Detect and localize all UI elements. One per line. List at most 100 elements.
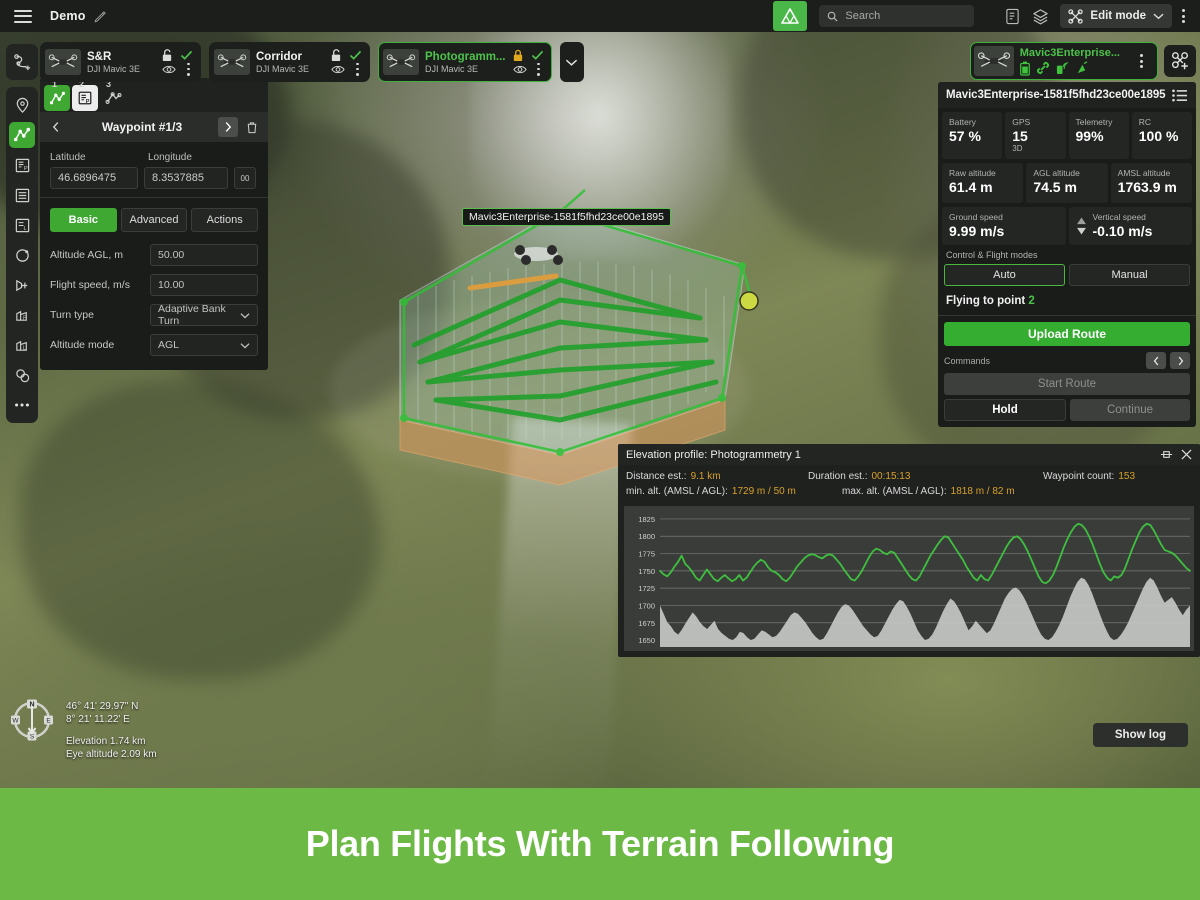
chip-menu-icon[interactable]: [1130, 49, 1152, 73]
linear-survey-icon[interactable]: L: [9, 212, 35, 238]
check-icon[interactable]: [531, 50, 544, 61]
altitude-mode-select[interactable]: AGL: [150, 334, 258, 356]
vehicle-card-sr[interactable]: S&R DJI Mavic 3E: [40, 42, 201, 82]
more-dots-icon[interactable]: [9, 392, 35, 418]
stat-value: 9.99 m/s: [949, 223, 1005, 239]
latitude-label: Latitude: [50, 152, 86, 163]
vehicle-card-photogrammetry[interactable]: Photogramm... DJI Mavic 3E: [378, 42, 552, 82]
telemetry-header: Mavic3Enterprise-1581f5fhd23ce00e1895: [938, 82, 1196, 108]
telemetry-altitude-row: Raw altitude 61.4 m AGL altitude 74.5 m …: [938, 163, 1196, 207]
agl-altitude: AGL altitude 74.5 m: [1026, 163, 1108, 203]
check-icon[interactable]: [180, 50, 193, 61]
stat-value: 61.4 m: [949, 179, 993, 195]
longitude-input[interactable]: 8.3537885: [144, 167, 228, 189]
topbar-overflow-menu[interactable]: [1172, 4, 1194, 28]
commands-prev-button[interactable]: [1146, 352, 1166, 369]
auto-mode-button[interactable]: Auto: [944, 264, 1065, 286]
route-tab-photogrammetry-icon[interactable]: P: [72, 85, 98, 111]
waypoint-title: Waypoint #1/3: [101, 120, 183, 134]
longitude-readout: 8° 21' 11.22' E: [66, 714, 130, 725]
latitude-readout: 46° 41' 29.97" N: [66, 701, 139, 712]
orbit-icon[interactable]: [9, 242, 35, 268]
elevation-chart-svg: 1825 1800 1775 1750 1725 1700 1675 1650: [638, 515, 1191, 647]
distance-value: 9.1 km: [690, 471, 721, 482]
facade-p-icon[interactable]: P: [9, 302, 35, 328]
flight-speed-input[interactable]: 10.00: [150, 274, 258, 296]
vehicle-card-corridor[interactable]: Corridor DJI Mavic 3E: [209, 42, 370, 82]
drone-thumbnail-icon: [45, 49, 81, 75]
longitude-label: Longitude: [148, 152, 192, 163]
route-path-icon[interactable]: [9, 122, 35, 148]
show-log-button[interactable]: Show log: [1092, 723, 1188, 747]
coord-format-button[interactable]: 00: [234, 167, 256, 189]
nodes-icon: [1068, 8, 1084, 24]
lock-icon[interactable]: [512, 49, 524, 62]
mountain-logo-icon[interactable]: [773, 1, 808, 31]
edit-mode-selector[interactable]: Edit mode: [1060, 4, 1172, 28]
unlock-icon[interactable]: [330, 48, 342, 62]
stat-gps: GPS 15 3D: [1005, 112, 1066, 159]
waypoint-delete-button[interactable]: [242, 117, 262, 137]
svg-text:1825: 1825: [638, 515, 655, 524]
layers-icon[interactable]: [1026, 3, 1054, 29]
altitude-agl-input[interactable]: 50.00: [150, 244, 258, 266]
document-icon[interactable]: [998, 3, 1026, 29]
chevron-left-icon: [1153, 356, 1158, 365]
continue-button[interactable]: Continue: [1070, 399, 1190, 421]
svg-text:1750: 1750: [638, 567, 655, 576]
chevron-right-icon: [1178, 356, 1183, 365]
waypoint-prev-button[interactable]: [46, 117, 66, 137]
facade-l-icon[interactable]: L: [9, 332, 35, 358]
stat-sub: 3D: [1012, 144, 1023, 153]
vehicles-expand-button[interactable]: [559, 42, 584, 82]
vehicle-menu-icon[interactable]: [183, 62, 193, 76]
circles-icon[interactable]: [9, 362, 35, 388]
check-icon[interactable]: [349, 50, 362, 61]
marker-icon[interactable]: [9, 92, 35, 118]
active-vehicle-chip[interactable]: Mavic3Enterprise...: [969, 42, 1158, 80]
chevron-down-icon: [565, 59, 578, 66]
tab-actions[interactable]: Actions: [191, 208, 259, 232]
list-icon[interactable]: [1172, 89, 1188, 102]
stat-label: AMSL altitude: [1117, 168, 1171, 178]
waypoint-next-button[interactable]: [218, 117, 238, 137]
vehicle-menu-icon[interactable]: [534, 62, 544, 76]
survey-icon[interactable]: [9, 182, 35, 208]
compass-icon[interactable]: N E W S: [10, 698, 54, 742]
start-route-button[interactable]: Start Route: [944, 373, 1190, 395]
vehicle-menu-icon[interactable]: [352, 62, 362, 76]
latitude-input[interactable]: 46.6896475: [50, 167, 138, 189]
eye-icon[interactable]: [512, 64, 527, 75]
route-tab-waypoint-path-icon[interactable]: [100, 85, 126, 111]
tab-basic[interactable]: Basic: [50, 208, 117, 232]
pin-icon[interactable]: [1160, 448, 1173, 461]
eye-icon[interactable]: [162, 64, 176, 75]
stat-battery: Battery 57 %: [942, 112, 1003, 159]
elevation-header: Elevation profile: Photogrammetry 1: [618, 444, 1200, 465]
corridor-icon[interactable]: [9, 272, 35, 298]
hold-button[interactable]: Hold: [944, 399, 1066, 421]
project-title: Demo: [50, 9, 86, 23]
close-icon[interactable]: [1181, 449, 1192, 460]
eye-icon[interactable]: [331, 64, 345, 75]
stat-value: 100 %: [1138, 128, 1179, 144]
search-input[interactable]: Search: [819, 5, 975, 27]
manual-mode-button[interactable]: Manual: [1069, 264, 1190, 286]
waypoint-count-label: Waypoint count:: [1043, 471, 1115, 482]
tab-advanced[interactable]: Advanced: [120, 208, 188, 232]
elevation-chart[interactable]: 1825 1800 1775 1750 1725 1700 1675 1650: [624, 506, 1194, 651]
upload-route-button[interactable]: Upload Route: [944, 322, 1190, 346]
stat-label: Ground speed: [949, 212, 1003, 222]
add-route-icon[interactable]: [9, 49, 35, 75]
add-drone-icon[interactable]: [1164, 45, 1196, 77]
commands-next-button[interactable]: [1170, 352, 1190, 369]
app-root: Mavic3Enterprise-1581f5fhd23ce00e1895 De…: [0, 0, 1200, 900]
pencil-icon[interactable]: [94, 10, 107, 23]
photogrammetry-icon[interactable]: P: [9, 152, 35, 178]
hamburger-icon[interactable]: [14, 9, 32, 23]
turn-type-select[interactable]: Adaptive Bank Turn: [150, 303, 258, 327]
search-icon: [828, 11, 838, 22]
param-value: AGL: [158, 339, 180, 351]
unlock-icon[interactable]: [161, 48, 173, 62]
edit-mode-label: Edit mode: [1090, 10, 1146, 22]
